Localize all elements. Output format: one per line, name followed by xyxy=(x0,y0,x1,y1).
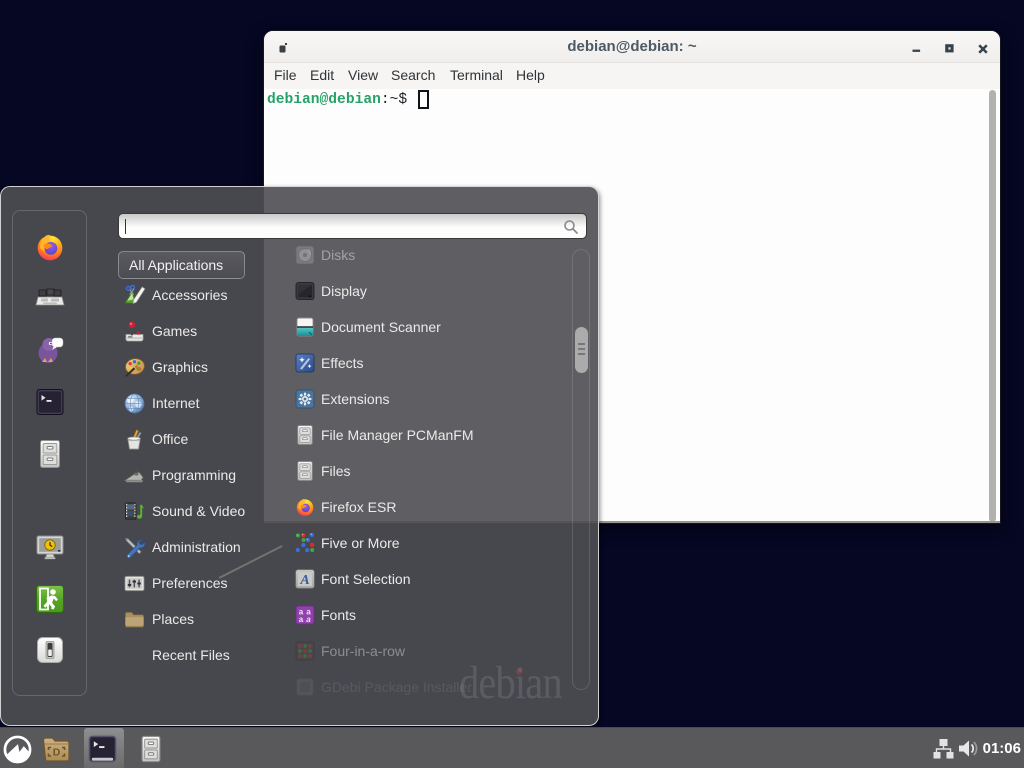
svg-text:D: D xyxy=(53,746,61,758)
svg-text:a: a xyxy=(306,615,311,624)
svg-text:A: A xyxy=(299,573,309,588)
svg-text:a: a xyxy=(299,615,304,624)
